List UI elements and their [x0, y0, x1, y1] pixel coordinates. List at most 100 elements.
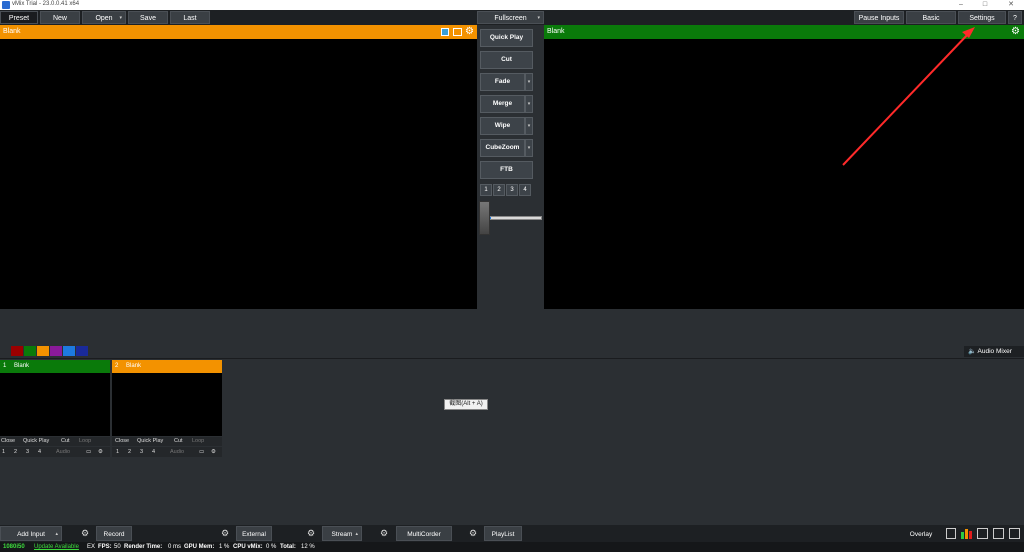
- external-button[interactable]: External: [236, 526, 272, 541]
- input-2-num-3[interactable]: 3: [140, 447, 143, 457]
- preview-label: Blank: [3, 28, 21, 35]
- input-2-controls: Close Quick Play Cut Loop: [112, 437, 222, 446]
- gear-icon[interactable]: ⚙: [465, 26, 474, 37]
- input-2-num-4[interactable]: 4: [152, 447, 155, 457]
- sliders-icon[interactable]: [1009, 528, 1020, 539]
- update-available-link[interactable]: Update Available: [34, 542, 79, 552]
- record-button[interactable]: Record: [96, 526, 132, 541]
- input-2-header[interactable]: 2 Blank: [112, 360, 222, 373]
- chevron-down-icon[interactable]: ▾: [525, 117, 533, 135]
- audio-mixer-button[interactable]: 🔈 Audio Mixer: [964, 346, 1024, 357]
- stream-button[interactable]: Stream ▴: [322, 526, 362, 541]
- settings-button[interactable]: Settings: [958, 11, 1006, 24]
- save-button[interactable]: Save: [128, 11, 168, 24]
- playlist-button[interactable]: PlayList: [484, 526, 522, 541]
- transition-2-button[interactable]: 2: [493, 184, 505, 196]
- input-1-num-4[interactable]: 4: [38, 447, 41, 457]
- preset-button[interactable]: Preset: [0, 11, 38, 24]
- list-view-icon[interactable]: [993, 528, 1004, 539]
- chevron-down-icon: ▾: [537, 15, 540, 21]
- color-swatch-navy[interactable]: [76, 346, 88, 356]
- fullscreen-button[interactable]: Fullscreen ▾: [477, 11, 544, 24]
- input-1-num-3[interactable]: 3: [26, 447, 29, 457]
- ftb-button[interactable]: FTB: [480, 161, 533, 179]
- input-2-num-1[interactable]: 1: [116, 447, 119, 457]
- basic-button[interactable]: Basic: [906, 11, 956, 24]
- color-swatch-blue[interactable]: [63, 346, 75, 356]
- monitor-icon[interactable]: ▭: [199, 447, 204, 457]
- overlay-button[interactable]: Overlay: [900, 526, 942, 541]
- transition-4-button[interactable]: 4: [519, 184, 531, 196]
- quick-play-button[interactable]: Quick Play: [23, 437, 49, 446]
- input-2-thumbnail[interactable]: [112, 373, 222, 436]
- total-label: Total:: [280, 544, 296, 550]
- audio-meter-icon[interactable]: [961, 528, 973, 539]
- input-1-num-1[interactable]: 1: [2, 447, 5, 457]
- gear-icon[interactable]: ⚙: [76, 526, 94, 541]
- gear-icon[interactable]: ⚙: [98, 447, 103, 457]
- help-button[interactable]: ?: [1008, 11, 1022, 24]
- minimize-icon[interactable]: –: [952, 0, 970, 10]
- input-2-controls-2: 1 2 3 4 Audio ▭ ⚙: [112, 447, 222, 457]
- chevron-down-icon[interactable]: ▾: [525, 139, 533, 157]
- gear-icon[interactable]: ⚙: [1011, 26, 1020, 37]
- cubezoom-button[interactable]: CubeZoom: [480, 139, 525, 157]
- fade-button[interactable]: Fade: [480, 73, 525, 91]
- gear-icon[interactable]: ⚙: [375, 526, 393, 541]
- t-bar-handle[interactable]: [479, 201, 490, 235]
- open-button[interactable]: Open ▾: [82, 11, 126, 24]
- chevron-up-icon: ▴: [355, 531, 358, 537]
- merge-button[interactable]: Merge: [480, 95, 525, 113]
- close-button[interactable]: Close: [115, 437, 129, 446]
- pause-inputs-button[interactable]: Pause Inputs: [854, 11, 904, 24]
- color-swatch-purple[interactable]: [50, 346, 62, 356]
- divider: [0, 358, 1024, 359]
- chevron-down-icon[interactable]: ▾: [525, 95, 533, 113]
- color-swatch-red[interactable]: [11, 346, 23, 356]
- cut-button[interactable]: Cut: [61, 437, 70, 446]
- screenshot-tooltip: 截图(Alt + A): [444, 399, 488, 410]
- color-swatch-orange[interactable]: [37, 346, 49, 356]
- add-input-button[interactable]: Add Input ▴: [0, 526, 62, 541]
- new-button[interactable]: New: [40, 11, 80, 24]
- gear-icon[interactable]: ⚙: [216, 526, 234, 541]
- loop-button[interactable]: Loop: [79, 437, 91, 446]
- preview-header: Blank ⚙: [0, 25, 477, 39]
- multicorder-button[interactable]: MultiCorder: [396, 526, 452, 541]
- window-title: vMix Trial - 23.0.0.41 x64: [12, 1, 80, 7]
- cut-button[interactable]: Cut: [480, 51, 533, 69]
- monitor-icon[interactable]: ▭: [86, 447, 91, 457]
- quick-play-button[interactable]: Quick Play: [137, 437, 163, 446]
- chevron-down-icon[interactable]: ▾: [525, 73, 533, 91]
- transition-3-button[interactable]: 3: [506, 184, 518, 196]
- cut-button[interactable]: Cut: [174, 437, 183, 446]
- add-input-label: Add Input: [17, 531, 45, 538]
- open-label: Open: [95, 15, 113, 22]
- wipe-button[interactable]: Wipe: [480, 117, 525, 135]
- input-1-thumbnail[interactable]: [0, 373, 110, 436]
- transition-1-button[interactable]: 1: [480, 184, 492, 196]
- quick-play-button[interactable]: Quick Play: [480, 29, 533, 47]
- last-button[interactable]: Last: [170, 11, 210, 24]
- gear-icon[interactable]: ⚙: [302, 526, 320, 541]
- maximize-icon[interactable]: □: [976, 0, 994, 10]
- input-1-num-2[interactable]: 2: [14, 447, 17, 457]
- audio-button[interactable]: Audio: [170, 447, 184, 457]
- loop-button[interactable]: Loop: [192, 437, 204, 446]
- close-icon[interactable]: ✕: [1002, 0, 1020, 10]
- gear-icon[interactable]: ⚙: [464, 526, 482, 541]
- audio-button[interactable]: Audio: [56, 447, 70, 457]
- input-1-controls: Close Quick Play Cut Loop: [0, 437, 110, 446]
- input-2-num-2[interactable]: 2: [128, 447, 131, 457]
- input-1-header[interactable]: 1 Blank: [0, 360, 110, 373]
- window-icon[interactable]: [453, 28, 462, 36]
- meter-bar: [961, 532, 964, 539]
- color-picker-icon[interactable]: [441, 28, 449, 36]
- gpu-mem-label: GPU Mem:: [184, 544, 215, 550]
- list-icon[interactable]: [946, 528, 956, 539]
- close-button[interactable]: Close: [1, 437, 15, 446]
- render-time-value: 0 ms: [168, 544, 182, 550]
- color-swatch-green[interactable]: [24, 346, 36, 356]
- gear-icon[interactable]: ⚙: [211, 447, 216, 457]
- grid-view-icon[interactable]: [977, 528, 988, 539]
